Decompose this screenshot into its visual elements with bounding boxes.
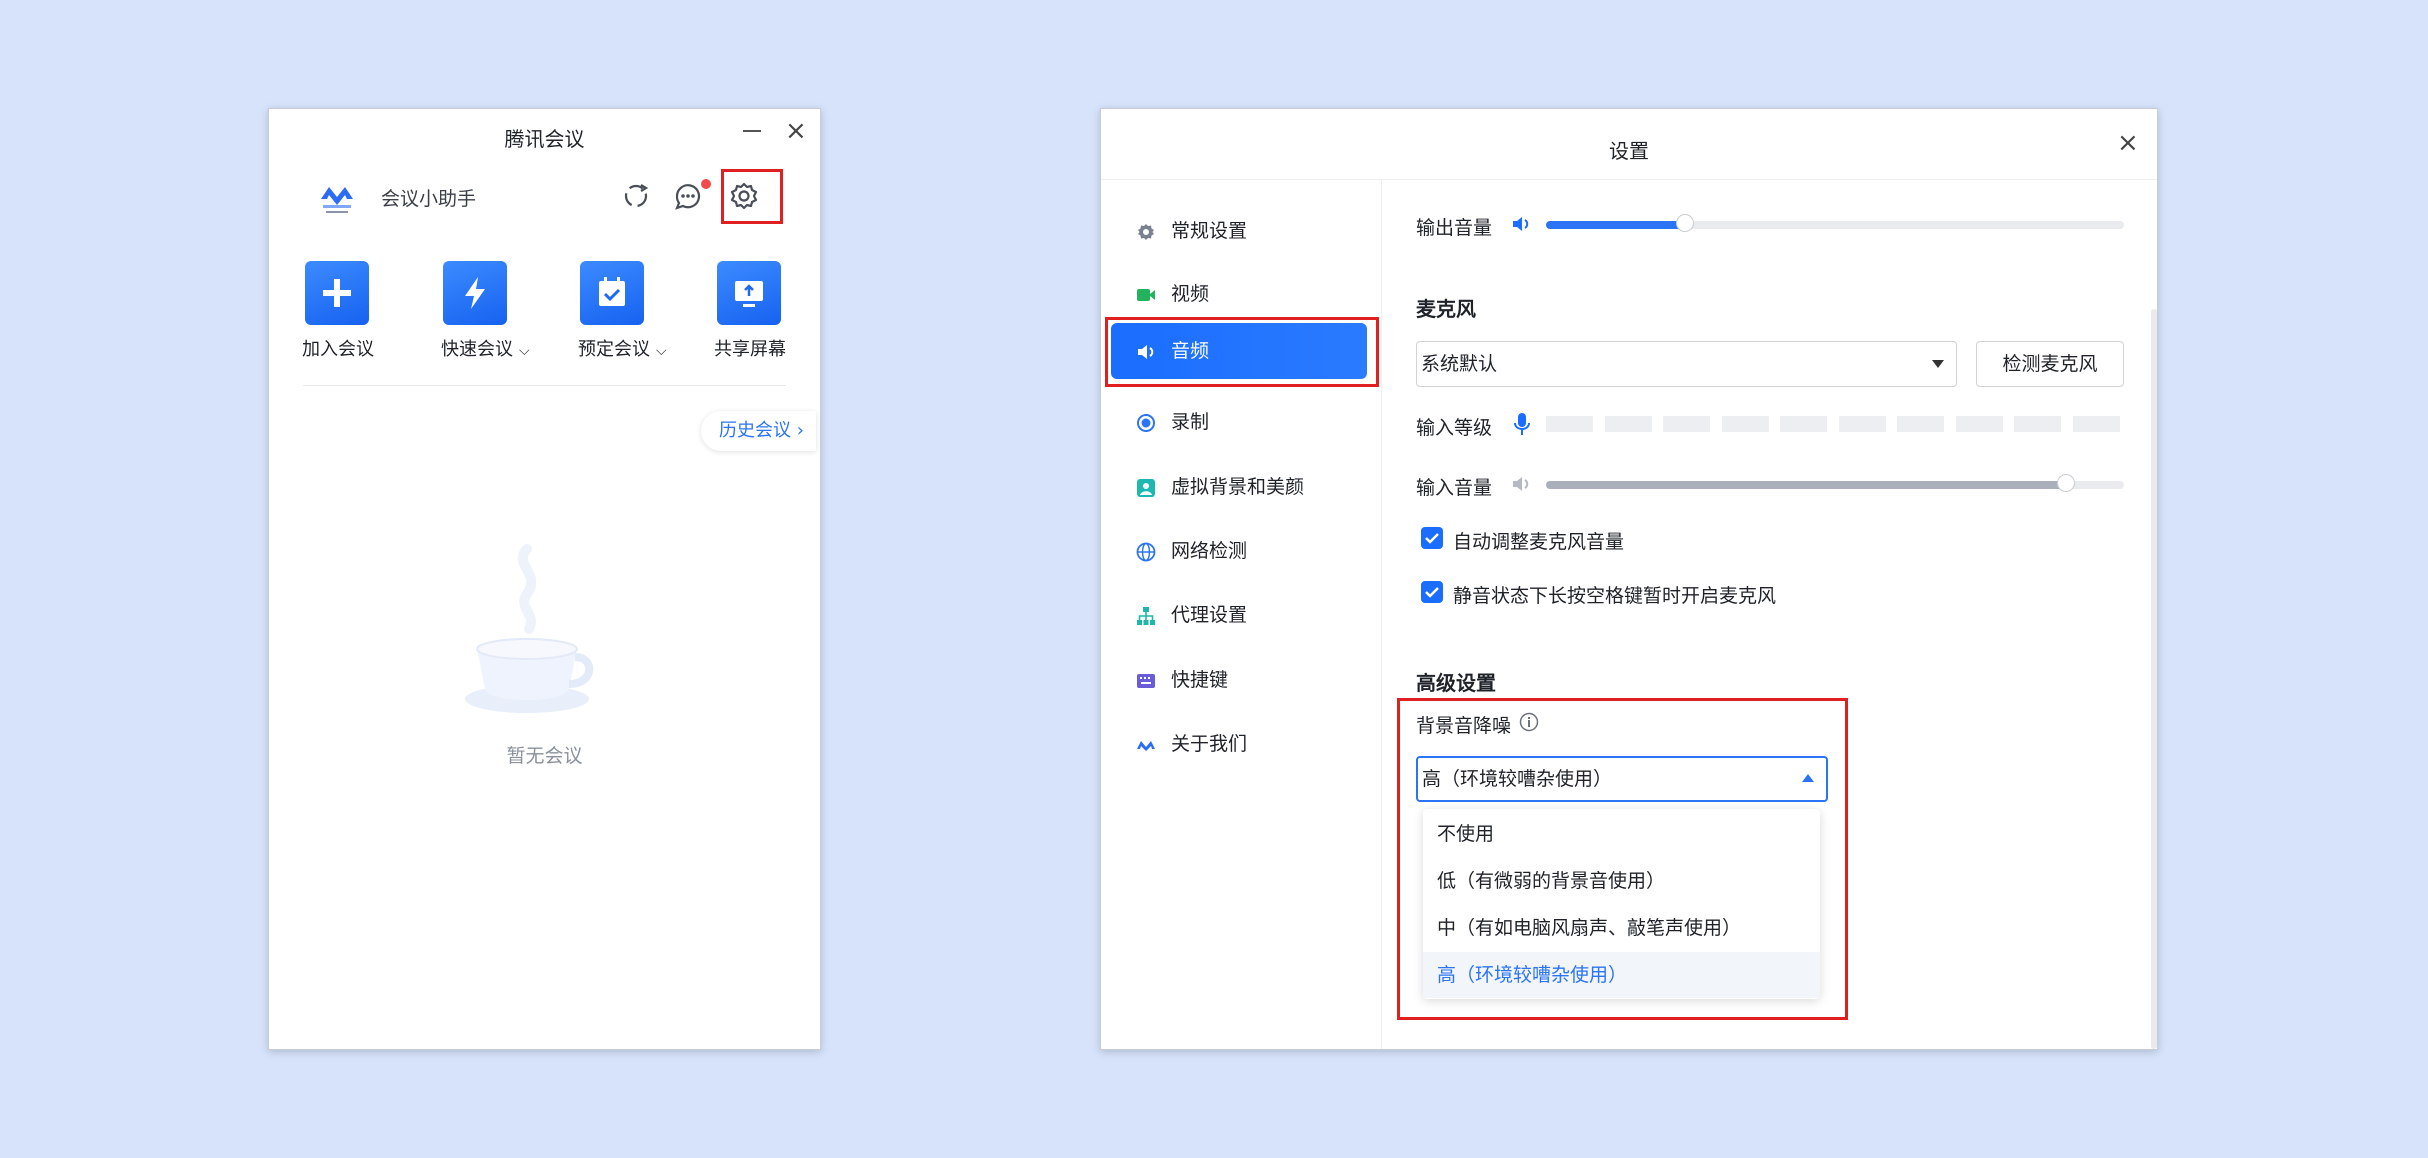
share-screen-button[interactable] (717, 261, 781, 325)
keyboard-icon (1137, 674, 1155, 688)
share-screen-icon (735, 281, 763, 307)
quick-meeting-text: 快速会议 (441, 339, 513, 360)
history-meetings-label: 历史会议 (719, 420, 791, 441)
level-segment (1780, 416, 1827, 432)
nav-label: 视频 (1171, 283, 1210, 305)
tencent-meeting-logo-icon (1137, 741, 1155, 751)
output-volume-knob[interactable] (1676, 214, 1694, 232)
nav-item-video[interactable]: 视频 (1111, 266, 1367, 322)
level-segment (1546, 416, 1593, 432)
chevron-down-icon[interactable]: ⌵ (656, 343, 667, 359)
level-segment (1663, 416, 1710, 432)
chevron-down-icon[interactable]: ⌵ (519, 343, 530, 359)
microphone-icon (1514, 413, 1530, 435)
mic-device-select[interactable]: 系统默认 (1416, 341, 1957, 387)
input-volume-slider[interactable] (1546, 474, 2124, 492)
nav-item-about[interactable]: 关于我们 (1111, 716, 1367, 772)
lightning-icon (465, 277, 485, 309)
input-volume-knob[interactable] (2057, 474, 2075, 492)
nav-item-virtual-background[interactable]: 虚拟背景和美颜 (1111, 459, 1367, 515)
noise-reduction-highlight-box (1397, 698, 1848, 1020)
level-segment (2014, 416, 2061, 432)
input-volume-fill (1546, 481, 2066, 489)
gear-icon (1138, 224, 1154, 240)
chevron-right-icon: › (796, 420, 804, 441)
nav-label: 虚拟背景和美颜 (1171, 476, 1305, 498)
nav-label: 代理设置 (1171, 604, 1248, 626)
message-icon[interactable] (671, 179, 705, 213)
sidebar-divider (1381, 179, 1382, 1049)
nav-label: 关于我们 (1171, 733, 1248, 755)
level-segment (1955, 416, 2003, 432)
level-segment (1604, 416, 1652, 432)
output-volume-label: 输出音量 (1416, 217, 1493, 239)
schedule-meeting-button[interactable] (580, 261, 644, 325)
settings-title: 设置 (1609, 139, 1649, 163)
header-divider (1101, 179, 2157, 180)
history-meetings-button[interactable]: 历史会议 › (701, 411, 816, 451)
speaker-icon (1513, 217, 1529, 231)
checkmark-icon (1425, 533, 1439, 544)
test-mic-button[interactable]: 检测麦克风 (1976, 341, 2124, 387)
speaker-muted-icon (1513, 477, 1529, 491)
level-segment (1721, 416, 1769, 432)
close-button[interactable]: × (785, 118, 807, 144)
empty-state-text: 暂无会议 (506, 745, 583, 767)
share-screen-label: 共享屏幕 (714, 339, 786, 360)
nav-item-general[interactable]: 常规设置 (1111, 203, 1367, 259)
level-segment (1897, 416, 1944, 432)
sync-icon[interactable] (619, 179, 653, 213)
level-segment (1838, 416, 1886, 432)
calendar-check-icon (599, 277, 625, 306)
divider (303, 385, 786, 386)
auto-adjust-checkbox[interactable] (1421, 527, 1443, 549)
schedule-meeting-text: 预定会议 (578, 339, 650, 360)
nav-label: 快捷键 (1171, 669, 1229, 691)
nav-item-shortcuts[interactable]: 快捷键 (1111, 652, 1367, 708)
nav-item-recording[interactable]: 录制 (1111, 394, 1367, 450)
advanced-section-title: 高级设置 (1416, 671, 1496, 695)
notification-dot (701, 179, 711, 189)
globe-icon (1136, 542, 1156, 562)
join-meeting-button[interactable] (305, 261, 369, 325)
window-title: 腾讯会议 (504, 127, 585, 151)
portrait-icon (1137, 479, 1155, 497)
video-camera-icon (1137, 289, 1155, 301)
scrollbar[interactable] (2151, 309, 2157, 1049)
output-volume-slider[interactable] (1546, 214, 2124, 232)
quick-meeting-label: 快速会议 ⌵ (441, 335, 530, 361)
nav-label: 网络检测 (1171, 540, 1248, 562)
tencent-meeting-logo-icon (321, 187, 353, 213)
meeting-assistant-label[interactable]: 会议小助手 (381, 184, 476, 211)
audio-highlight-box (1105, 317, 1379, 387)
settings-highlight-box (721, 169, 783, 224)
input-volume-label: 输入音量 (1416, 477, 1493, 499)
record-icon (1137, 414, 1155, 432)
schedule-meeting-label: 预定会议 ⌵ (578, 335, 667, 361)
auto-adjust-label: 自动调整麦克风音量 (1453, 531, 1625, 553)
join-meeting-label: 加入会议 (302, 339, 374, 360)
checkmark-icon (1425, 587, 1439, 598)
close-button[interactable]: × (2117, 130, 2139, 156)
minimize-button[interactable] (743, 130, 761, 132)
network-tree-icon (1137, 607, 1155, 625)
space-unmute-label: 静音状态下长按空格键暂时开启麦克风 (1453, 585, 1777, 607)
mic-section-title: 麦克风 (1416, 297, 1476, 321)
mic-device-value: 系统默认 (1421, 353, 1498, 375)
nav-label: 常规设置 (1171, 220, 1248, 242)
quick-meeting-button[interactable] (443, 261, 507, 325)
level-segment (2072, 416, 2120, 432)
caret-down-icon (1932, 360, 1944, 368)
output-volume-fill (1546, 221, 1685, 229)
settings-window: 设置 × 常规设置 视频 音频 录制 虚拟背景和美颜 网络检测 代理设置 快捷键… (1100, 108, 2158, 1050)
nav-item-proxy[interactable]: 代理设置 (1111, 587, 1367, 643)
tencent-meeting-main-window: 腾讯会议 × 会议小助手 加入会议 快速会议 ⌵ 预定会议 ⌵ 共享屏幕 历史会… (268, 108, 821, 1050)
empty-cup-illustration (465, 544, 594, 713)
nav-label: 录制 (1171, 411, 1210, 433)
nav-item-network-check[interactable]: 网络检测 (1111, 523, 1367, 579)
input-level-label: 输入等级 (1416, 417, 1493, 439)
plus-icon (323, 279, 351, 307)
space-unmute-checkbox[interactable] (1421, 581, 1443, 603)
